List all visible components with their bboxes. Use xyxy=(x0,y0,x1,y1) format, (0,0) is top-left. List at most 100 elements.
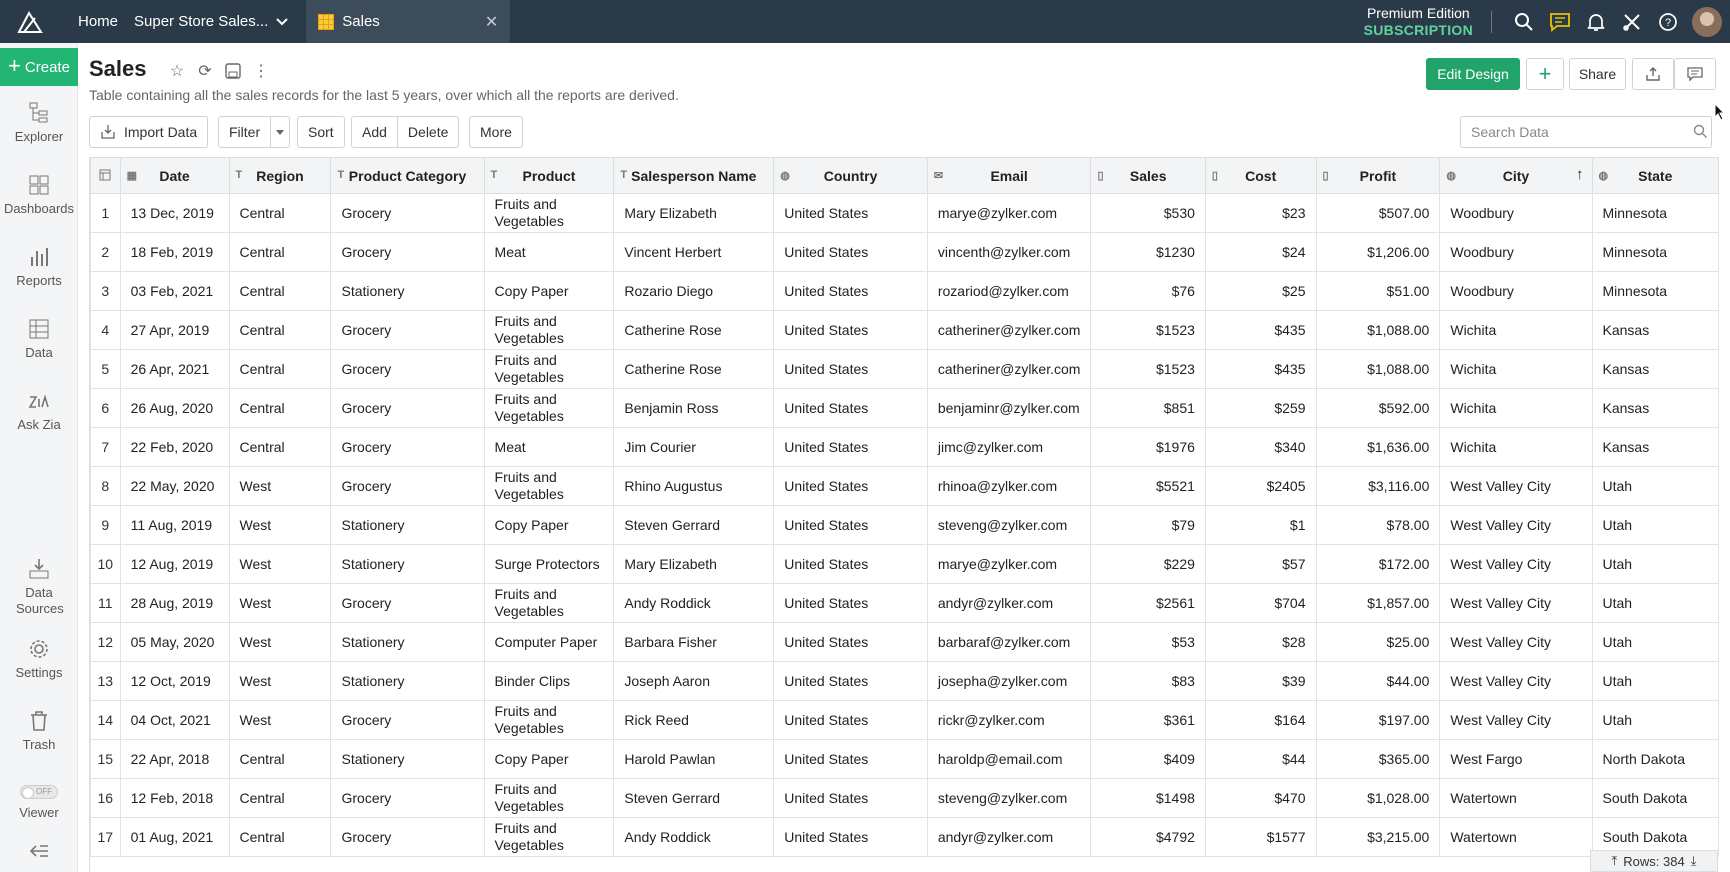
home-link[interactable]: Home xyxy=(68,0,128,43)
table-cell[interactable]: United States xyxy=(773,544,928,584)
table-cell[interactable]: $2561 xyxy=(1090,583,1206,623)
column-header[interactable]: ▯ Profit xyxy=(1315,157,1441,194)
table-cell[interactable]: 13 Dec, 2019 xyxy=(119,193,230,233)
table-cell[interactable]: $44 xyxy=(1204,739,1317,779)
scroll-top-icon[interactable]: ⤒ xyxy=(1612,853,1618,869)
table-cell[interactable]: Utah xyxy=(1591,700,1719,740)
table-cell[interactable]: Grocery xyxy=(330,466,485,506)
tab-sales[interactable]: Sales ✕ xyxy=(306,0,511,43)
comments-icon[interactable] xyxy=(1674,58,1716,90)
table-cell[interactable]: vincenth@zylker.com xyxy=(926,232,1092,272)
table-cell[interactable]: United States xyxy=(773,778,928,818)
table-cell[interactable]: haroldp@email.com xyxy=(926,739,1092,779)
table-cell[interactable]: Central xyxy=(228,271,332,311)
table-cell[interactable]: Kansas xyxy=(1591,388,1719,428)
table-cell[interactable]: Utah xyxy=(1591,466,1719,506)
table-row[interactable]: 9 11 Aug, 2019 West Stationery Copy Paper Ste… xyxy=(90,505,1719,545)
table-row[interactable]: 7 22 Feb, 2020 Central Grocery Meat Jim Couri… xyxy=(90,427,1719,467)
table-row[interactable]: 15 22 Apr, 2018 Central Stationery Copy Pape… xyxy=(90,739,1719,779)
app-logo-icon[interactable] xyxy=(0,0,60,43)
collapse-sidebar-icon[interactable] xyxy=(0,843,78,863)
table-cell[interactable]: 04 Oct, 2021 xyxy=(119,700,230,740)
table-cell[interactable]: $1577 xyxy=(1204,817,1317,857)
table-cell[interactable]: Computer Paper xyxy=(483,622,615,662)
table-cell[interactable]: Central xyxy=(228,817,332,857)
close-icon[interactable]: ✕ xyxy=(485,12,498,32)
table-cell[interactable]: $5521 xyxy=(1090,466,1206,506)
table-cell[interactable]: Wichita xyxy=(1439,349,1593,389)
table-cell[interactable]: Copy Paper xyxy=(483,739,615,779)
table-cell[interactable]: West Valley City xyxy=(1439,466,1593,506)
table-cell[interactable]: Barbara Fisher xyxy=(613,622,775,662)
table-cell[interactable]: Copy Paper xyxy=(483,271,615,311)
export-icon[interactable] xyxy=(1632,58,1674,90)
table-cell[interactable]: Rozario Diego xyxy=(613,271,775,311)
table-row[interactable]: 4 27 Apr, 2019 Central Grocery Fruits and Ve… xyxy=(90,310,1719,350)
table-cell[interactable]: steveng@zylker.com xyxy=(926,778,1092,818)
bell-icon[interactable] xyxy=(1585,11,1607,33)
table-cell[interactable]: $1976 xyxy=(1090,427,1206,467)
table-cell[interactable]: Fruits and Vegetables xyxy=(483,700,615,740)
table-cell[interactable]: West xyxy=(228,466,332,506)
table-cell[interactable]: Kansas xyxy=(1591,427,1719,467)
table-cell[interactable]: $1523 xyxy=(1090,310,1206,350)
table-cell[interactable]: Catherine Rose xyxy=(613,310,775,350)
table-cell[interactable]: Grocery xyxy=(330,349,485,389)
column-header[interactable]: ◍ City ↑ xyxy=(1439,157,1593,194)
table-cell[interactable]: $530 xyxy=(1090,193,1206,233)
table-cell[interactable]: 01 Aug, 2021 xyxy=(119,817,230,857)
table-cell[interactable]: Fruits and Vegetables xyxy=(483,466,615,506)
table-cell[interactable]: Harold Pawlan xyxy=(613,739,775,779)
table-cell[interactable]: andyr@zylker.com xyxy=(926,817,1092,857)
table-cell[interactable]: Central xyxy=(228,232,332,272)
table-cell[interactable]: Fruits and Vegetables xyxy=(483,817,615,857)
column-header[interactable]: ◍ Country xyxy=(773,157,928,194)
table-cell[interactable]: $25 xyxy=(1204,271,1317,311)
table-cell[interactable]: benjaminr@zylker.com xyxy=(926,388,1092,428)
column-header[interactable]: ◍ State xyxy=(1591,157,1719,194)
table-cell[interactable]: Mary Elizabeth xyxy=(613,544,775,584)
table-cell[interactable]: Central xyxy=(228,349,332,389)
filter-button[interactable]: Filter xyxy=(219,117,272,147)
table-cell[interactable]: $1,636.00 xyxy=(1315,427,1441,467)
column-header[interactable]: T Product Category xyxy=(330,157,485,194)
table-cell[interactable]: 12 Feb, 2018 xyxy=(119,778,230,818)
table-cell[interactable]: $53 xyxy=(1090,622,1206,662)
table-cell[interactable]: West xyxy=(228,505,332,545)
table-cell[interactable]: Utah xyxy=(1591,622,1719,662)
table-cell[interactable]: Catherine Rose xyxy=(613,349,775,389)
viewer-toggle[interactable]: OFF Viewer xyxy=(0,785,78,820)
table-cell[interactable]: barbaraf@zylker.com xyxy=(926,622,1092,662)
table-cell[interactable]: Kansas xyxy=(1591,349,1719,389)
table-cell[interactable]: Grocery xyxy=(330,583,485,623)
table-cell[interactable]: 12 Oct, 2019 xyxy=(119,661,230,701)
subscription-link[interactable]: SUBSCRIPTION xyxy=(1364,22,1473,39)
table-cell[interactable]: 22 May, 2020 xyxy=(119,466,230,506)
table-cell[interactable]: 22 Feb, 2020 xyxy=(119,427,230,467)
table-cell[interactable]: West xyxy=(228,622,332,662)
table-cell[interactable]: West Valley City xyxy=(1439,505,1593,545)
column-header[interactable]: T Region xyxy=(228,157,332,194)
sort-ascending-icon[interactable]: ↑ xyxy=(1576,166,1584,183)
table-cell[interactable]: $172.00 xyxy=(1315,544,1441,584)
table-cell[interactable]: Minnesota xyxy=(1591,232,1719,272)
table-cell[interactable]: North Dakota xyxy=(1591,739,1719,779)
table-cell[interactable]: United States xyxy=(773,739,928,779)
table-cell[interactable]: $57 xyxy=(1204,544,1317,584)
sidebar-item-dashboards[interactable]: Dashboards xyxy=(0,173,78,216)
table-cell[interactable]: West Valley City xyxy=(1439,622,1593,662)
tools-icon[interactable] xyxy=(1621,11,1643,33)
column-header[interactable]: ▯ Sales xyxy=(1090,157,1206,194)
sidebar-item-data-sources[interactable]: Data Sources xyxy=(0,557,78,617)
table-cell[interactable]: Woodbury xyxy=(1439,271,1593,311)
table-cell[interactable]: $409 xyxy=(1090,739,1206,779)
sidebar-item-explorer[interactable]: Explorer xyxy=(0,101,78,144)
table-cell[interactable]: $1 xyxy=(1204,505,1317,545)
table-row[interactable]: 2 18 Feb, 2019 Central Grocery Meat Vincent H… xyxy=(90,232,1719,272)
table-cell[interactable]: Vincent Herbert xyxy=(613,232,775,272)
table-row[interactable]: 8 22 May, 2020 West Grocery Fruits and Veget… xyxy=(90,466,1719,506)
table-cell[interactable]: United States xyxy=(773,622,928,662)
table-cell[interactable]: Grocery xyxy=(330,427,485,467)
table-cell[interactable]: Stationery xyxy=(330,661,485,701)
table-cell[interactable]: Minnesota xyxy=(1591,193,1719,233)
